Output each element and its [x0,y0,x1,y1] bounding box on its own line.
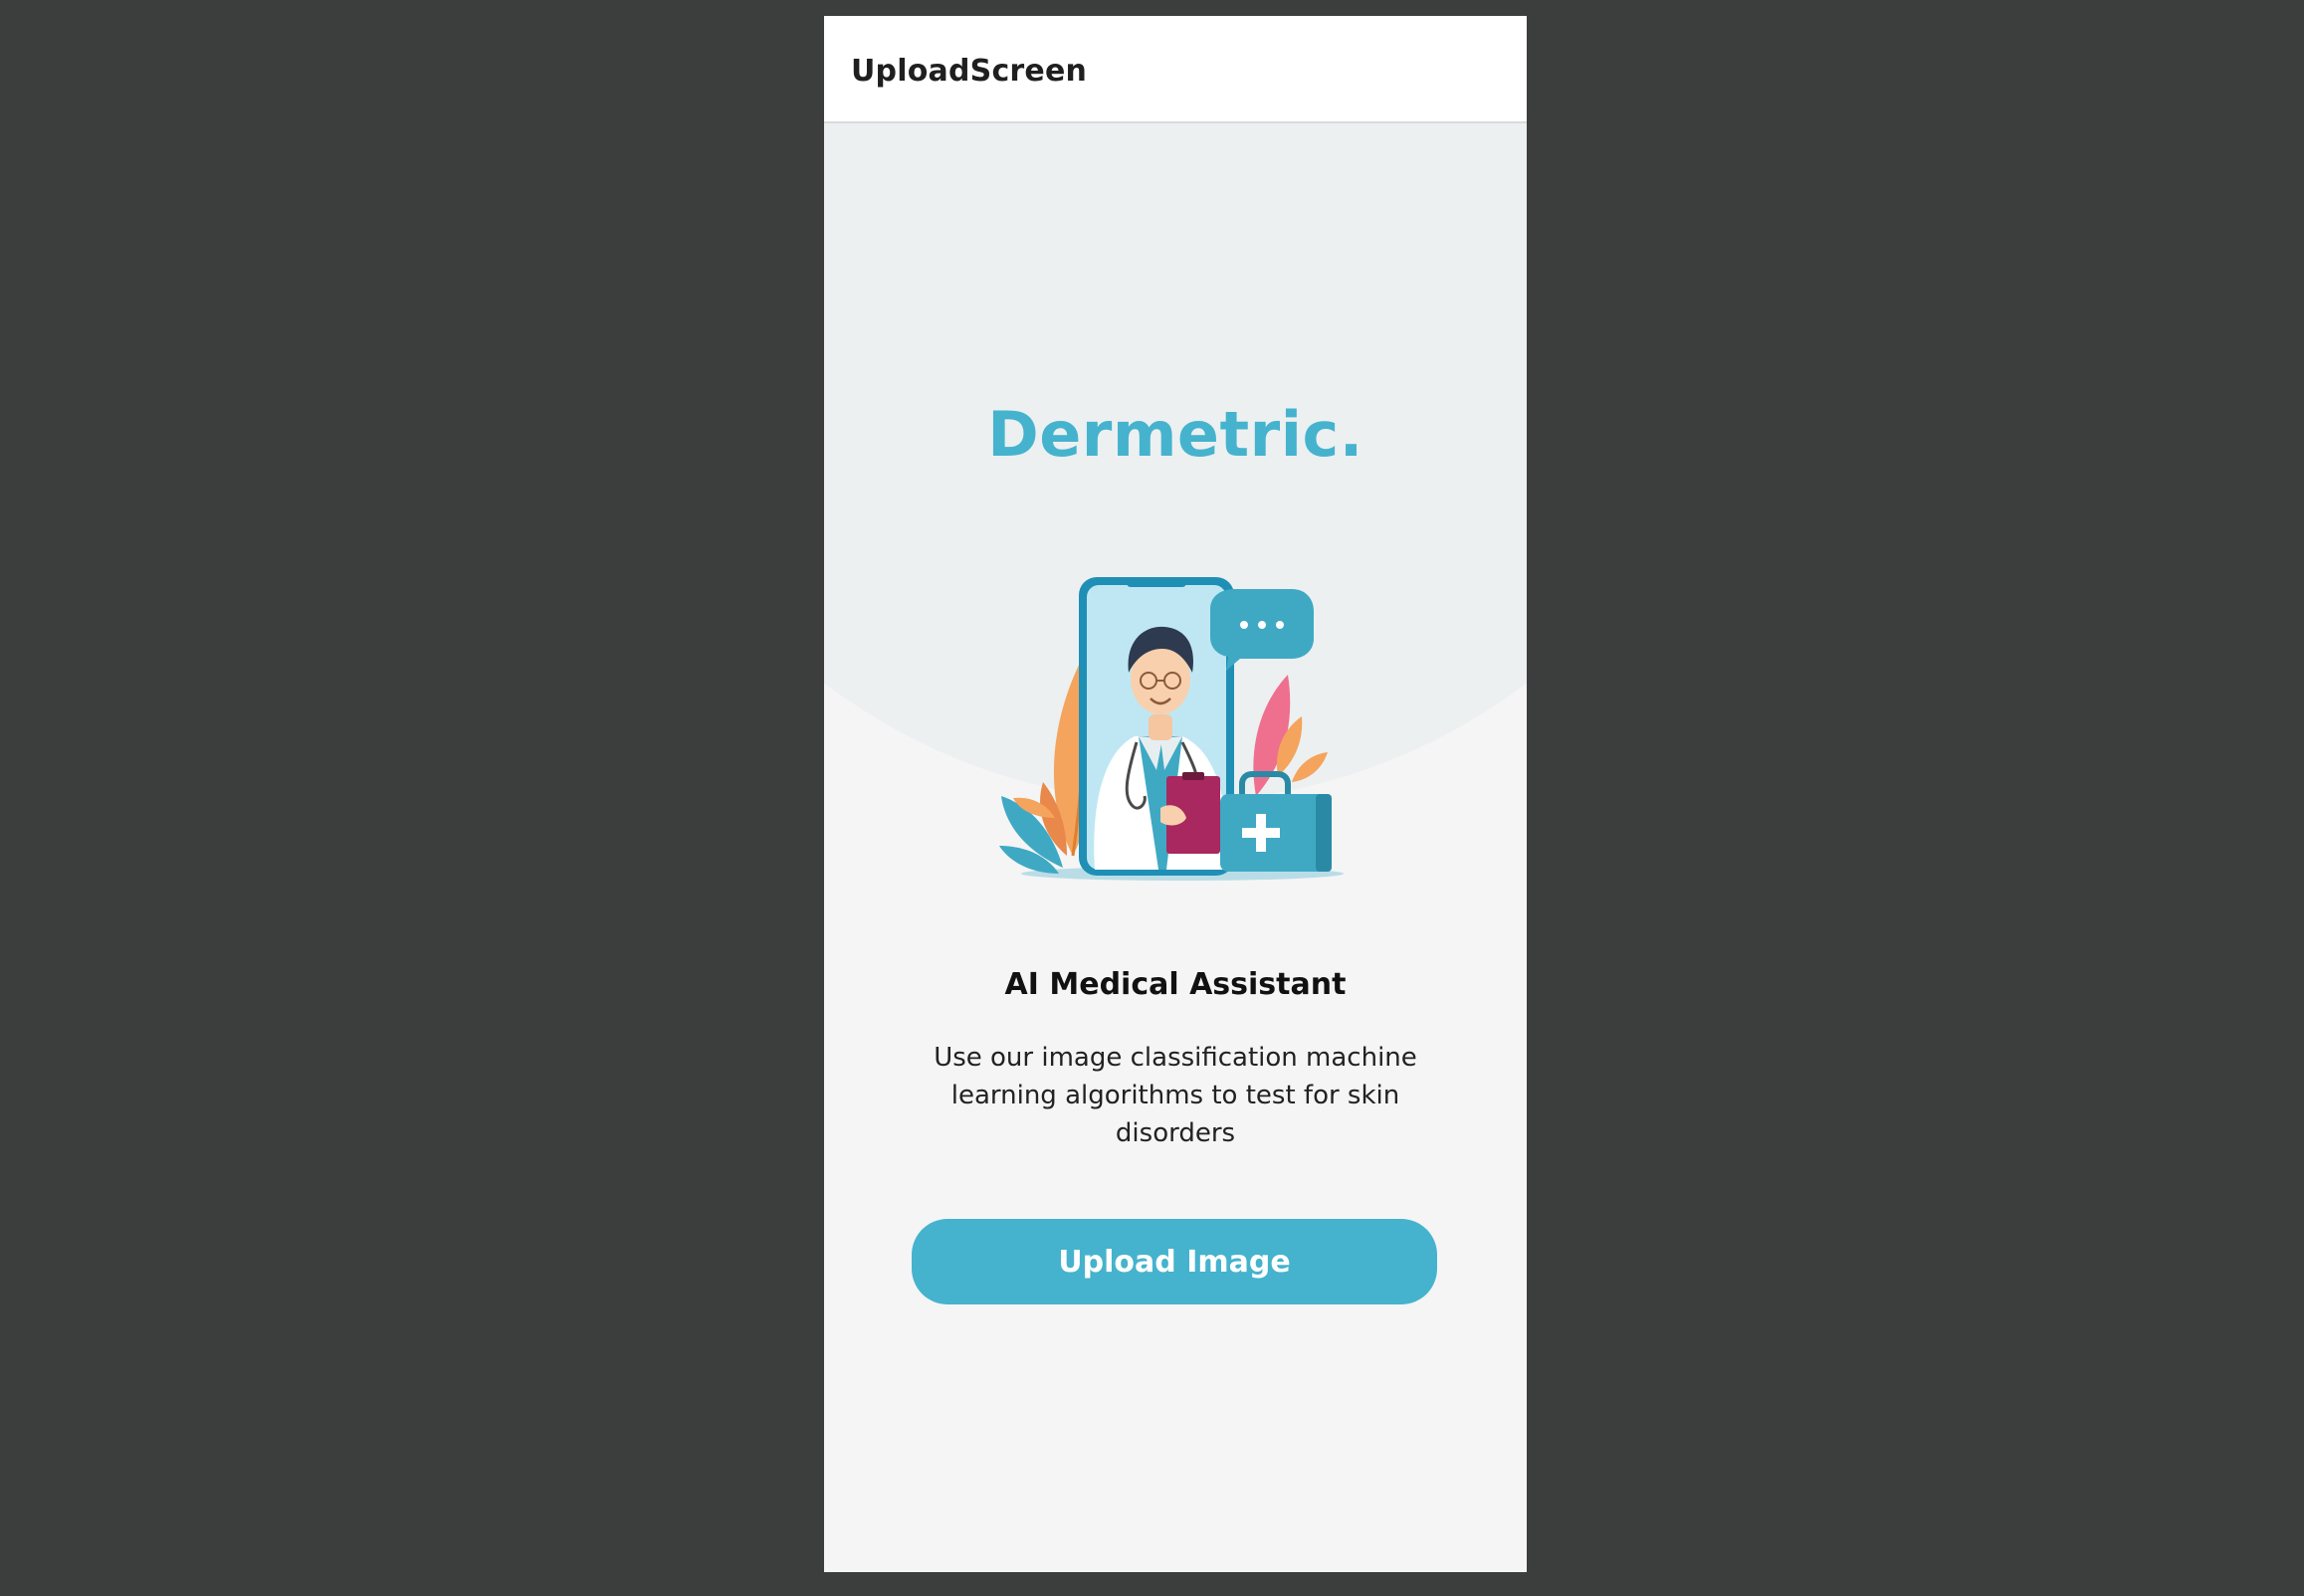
description-text: Use our image classification machine lea… [934,1043,1417,1148]
doctor-illustration-icon [999,577,1344,881]
desktop-background: UploadScreen Dermetric. AI Medical Assis… [0,0,2304,1596]
brand-logo-text: Dermetric. [987,398,1363,471]
screen-title: UploadScreen [851,54,1088,89]
app-header: UploadScreen [824,16,1527,123]
section-title: AI Medical Assistant [1004,967,1347,1002]
app-window: UploadScreen Dermetric. AI Medical Assis… [824,16,1527,1572]
upload-image-button[interactable]: Upload Image [912,1219,1437,1304]
